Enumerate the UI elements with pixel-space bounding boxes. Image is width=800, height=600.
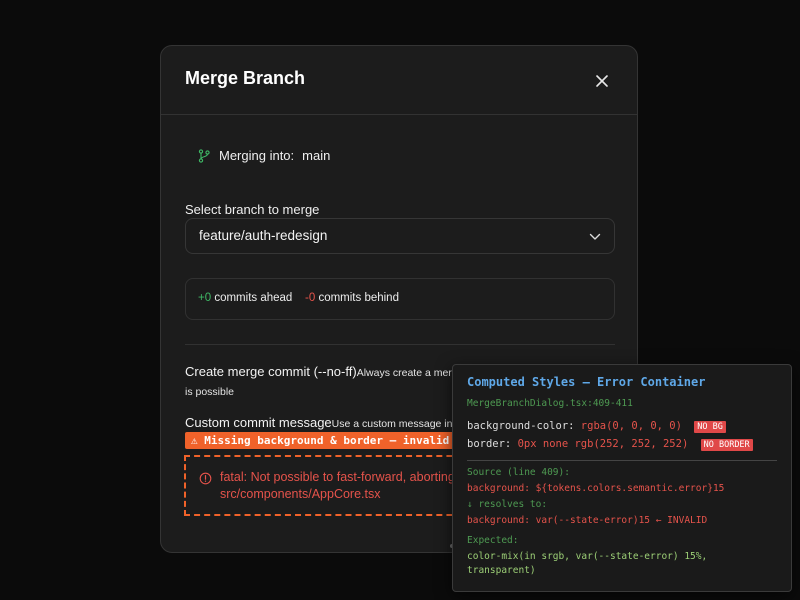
behind-label: commits behind (318, 292, 399, 304)
expected-label: Expected: (467, 535, 519, 546)
warning-badge: ⚠ Missing background & border — invalid (185, 432, 456, 449)
chevron-down-icon (589, 233, 601, 240)
inspector-title: Computed Styles — Error Container (467, 375, 706, 389)
expected-code-line-1: color-mix(in srgb, var(--state-error) 15… (467, 551, 708, 562)
inspector-file-ref: MergeBranchDialog.tsx:409-411 (467, 398, 633, 409)
target-branch: main (302, 148, 331, 163)
no-bg-tag: NO BG (694, 421, 726, 433)
ahead-count: +0 (198, 292, 212, 304)
dialog-title: Merge Branch (185, 68, 306, 88)
error-message: fatal: Not possible to fast-forward, abo… (220, 469, 458, 503)
no-border-tag: NO BORDER (700, 439, 753, 451)
border-value: 0px none rgb(252, 252, 252) (517, 438, 689, 450)
header-divider (161, 114, 637, 115)
resolves-label: ↓ resolves to: (467, 499, 548, 510)
git-branch-icon (198, 148, 210, 163)
border-row: border: 0px none rgb(252, 252, 252) NO B… (467, 438, 753, 451)
option-no-ff[interactable]: Create merge commit (--no-ff)Always crea… (185, 363, 485, 401)
commit-comparison: +0 commits ahead -0 commits behind (185, 278, 615, 320)
alert-circle-icon (199, 472, 212, 485)
merge-target-info: Merging into: main (198, 148, 330, 163)
error-line-1: fatal: Not possible to fast-forward, abo… (220, 470, 459, 484)
select-branch-label: Select branch to merge (185, 202, 320, 217)
bg-color-value: rgba(0, 0, 0, 0) (580, 420, 682, 432)
source-code: background: ${tokens.colors.semantic.err… (467, 483, 725, 494)
option-no-ff-title: Create merge commit (--no-ff) (185, 364, 357, 379)
commits-ahead: +0 commits ahead (198, 292, 292, 304)
border-prop: border: (467, 438, 512, 450)
ahead-label: commits ahead (214, 292, 293, 304)
close-icon (596, 75, 608, 87)
expected-code-line-2: transparent) (467, 565, 536, 576)
source-label: Source (line 409): (467, 467, 570, 478)
bg-color-prop: background-color: (467, 420, 575, 432)
option-custom-title: Custom commit message (185, 415, 332, 430)
section-divider (185, 344, 615, 345)
branch-select[interactable]: feature/auth-redesign (185, 218, 615, 254)
bg-color-row: background-color: rgba(0, 0, 0, 0) NO BG (467, 420, 726, 433)
commits-behind: -0 commits behind (305, 292, 399, 304)
behind-count: -0 (305, 292, 316, 304)
resolved-code: background: var(--state-error)15 ← INVAL… (467, 515, 708, 526)
merging-into-label: Merging into: (219, 148, 295, 163)
computed-styles-panel: Computed Styles — Error Container MergeB… (452, 364, 792, 592)
inspector-divider (467, 460, 777, 461)
error-line-2: src/components/AppCore.tsx (220, 487, 381, 501)
close-button[interactable] (591, 70, 613, 92)
selected-branch-value: feature/auth-redesign (199, 228, 328, 243)
option-no-ff-description-cont: is possible (185, 386, 235, 398)
option-custom-message[interactable]: Custom commit messageUse a custom messag… (185, 414, 472, 432)
